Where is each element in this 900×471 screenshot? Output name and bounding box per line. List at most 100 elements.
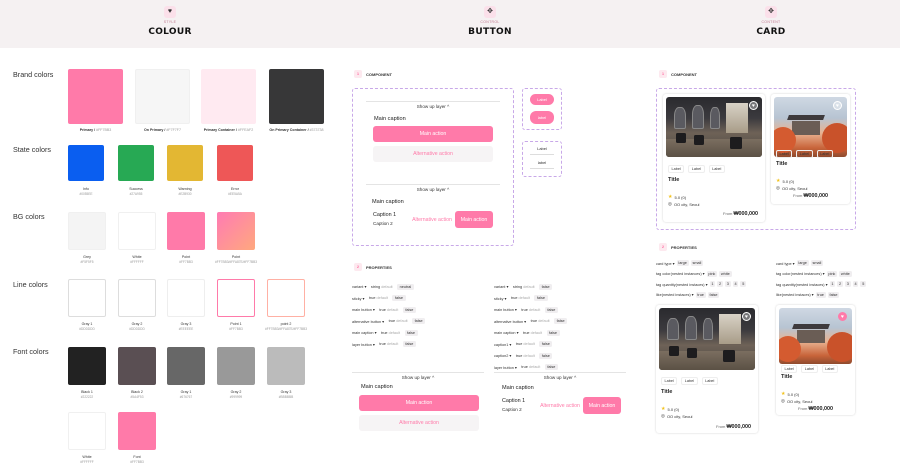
property-value[interactable]: false <box>404 329 418 336</box>
property-name[interactable]: like(nested instaces) ▾ <box>776 292 814 297</box>
property-value[interactable]: pink <box>706 270 718 277</box>
alternative-action-button[interactable]: Alternative action <box>373 146 493 162</box>
property-name[interactable]: layer button ▾ <box>494 365 517 370</box>
property-value[interactable]: pink <box>826 270 838 277</box>
property-value[interactable]: false <box>539 352 553 359</box>
property-value[interactable]: true default <box>366 295 390 301</box>
property-value[interactable]: 1 <box>709 281 716 288</box>
show-up-layer-button[interactable]: Show up layer ^ <box>366 187 500 192</box>
property-value[interactable]: 2 <box>837 281 843 288</box>
property-value[interactable]: true default <box>513 341 537 347</box>
property-name[interactable]: main caption ▾ <box>352 330 377 335</box>
property-value[interactable]: true default <box>528 318 552 324</box>
property-value[interactable]: false <box>544 364 558 371</box>
property-name[interactable]: sticky ▾ <box>352 296 364 301</box>
show-up-layer-button[interactable]: Show up layer ^ <box>366 104 500 109</box>
main-action-button[interactable]: Main action <box>373 126 493 142</box>
property-name[interactable]: sticky ▾ <box>494 296 506 301</box>
property-value[interactable]: false <box>539 283 553 290</box>
property-name[interactable]: alternative button ▾ <box>494 319 526 324</box>
property-value[interactable]: false <box>534 295 548 302</box>
property-name[interactable]: main button ▾ <box>494 307 517 312</box>
like-heart-icon[interactable]: ♥ <box>749 101 758 110</box>
property-name[interactable]: main button ▾ <box>352 307 375 312</box>
property-value[interactable]: 4 <box>732 281 739 288</box>
large-card[interactable]: ♥ Label Label Label Title ★ 5.0 (0) ◎ OO c… <box>663 94 765 222</box>
property-value[interactable]: true default <box>377 307 401 313</box>
property-value[interactable]: 5 <box>860 281 867 288</box>
card-labels: Label Label Label <box>776 150 833 158</box>
property-value[interactable]: 3 <box>844 281 851 288</box>
property-value[interactable]: string default <box>368 284 395 290</box>
property-value[interactable]: false <box>402 341 416 348</box>
property-value[interactable]: small <box>690 260 704 267</box>
property-value[interactable]: true default <box>519 364 543 370</box>
show-up-layer-button[interactable]: Show up layer ^ <box>352 375 484 380</box>
property-value[interactable]: false <box>707 291 720 298</box>
property-value[interactable]: false <box>412 318 426 325</box>
like-heart-icon[interactable]: ♥ <box>833 101 842 110</box>
property-name[interactable]: tag quantity(nested instaces) ▾ <box>656 282 708 287</box>
property-value[interactable]: white <box>839 270 852 277</box>
property-value[interactable]: true default <box>508 295 532 301</box>
property-value[interactable]: true default <box>379 330 403 336</box>
property-value[interactable]: true default <box>513 353 537 359</box>
large-card[interactable]: ♥ Label Label Label Title ★ 5.0 (0) ◎ OO c… <box>656 305 758 433</box>
property-name[interactable]: caption2 ▾ <box>494 353 511 358</box>
pink-label[interactable]: Label <box>530 94 554 105</box>
property-value[interactable]: true default <box>377 341 401 347</box>
color-swatch <box>267 347 305 385</box>
property-value[interactable]: false <box>546 329 560 336</box>
property-value[interactable]: false <box>827 291 840 298</box>
property-value[interactable]: true default <box>519 307 543 313</box>
property-name[interactable]: alternative button ▾ <box>352 319 384 324</box>
property-name[interactable]: main caption ▾ <box>494 330 519 335</box>
outline-label[interactable]: label <box>530 160 554 169</box>
property-value[interactable]: 3 <box>724 281 731 288</box>
alternative-action-button[interactable]: Alternative action <box>537 397 583 414</box>
like-heart-icon[interactable]: ♥ <box>742 312 751 321</box>
property-name[interactable]: variant ▾ <box>352 284 366 289</box>
property-name[interactable]: like(nested instaces) ▾ <box>656 292 694 297</box>
pink-label[interactable]: label <box>530 111 554 124</box>
property-value[interactable]: white <box>719 270 732 277</box>
property-value[interactable]: large <box>676 260 689 267</box>
property-value[interactable]: false <box>539 341 553 348</box>
property-value[interactable]: small <box>810 260 824 267</box>
outline-label[interactable]: Label <box>530 146 554 155</box>
property-value[interactable]: string default <box>510 284 537 290</box>
property-value[interactable]: large <box>796 260 809 267</box>
like-heart-icon[interactable]: ♥ <box>838 312 847 321</box>
property-name[interactable]: layer button ▾ <box>352 342 375 347</box>
small-card[interactable]: ♥ Label Label Label Title ★ 5.0 (0) ◎ OO c… <box>776 305 855 415</box>
show-up-layer-button[interactable]: Show up layer ^ <box>494 375 626 380</box>
property-name[interactable]: tag color(nested instances) ▾ <box>656 271 705 276</box>
property-value[interactable]: true default <box>386 318 410 324</box>
property-value[interactable]: false <box>402 306 416 313</box>
alternative-action-button[interactable]: Alternative action <box>409 211 455 228</box>
small-card[interactable]: ♥ Label Label Label Title ★ 5.0 (0) ◎ OO c… <box>771 94 850 204</box>
price-value: ₩000,000 <box>808 406 834 412</box>
property-value[interactable]: true <box>815 291 826 298</box>
main-action-button[interactable]: Main action <box>359 395 479 411</box>
property-name[interactable]: tag quantity(nested instaces) ▾ <box>776 282 828 287</box>
property-name[interactable]: variant ▾ <box>494 284 508 289</box>
property-value[interactable]: false <box>554 318 568 325</box>
property-value[interactable]: 5 <box>740 281 747 288</box>
property-value[interactable]: true <box>695 291 706 298</box>
property-value[interactable]: 4 <box>852 281 859 288</box>
alternative-action-button[interactable]: Alternative action <box>359 415 479 431</box>
property-name[interactable]: caption1 ▾ <box>494 342 511 347</box>
property-value[interactable]: 2 <box>717 281 723 288</box>
property-name[interactable]: card type ▾ <box>656 261 675 266</box>
property-value[interactable]: false <box>544 306 558 313</box>
property-value[interactable]: 1 <box>829 281 836 288</box>
property-name[interactable]: tag color(nested instances) ▾ <box>776 271 825 276</box>
main-action-button[interactable]: Main action <box>455 211 493 228</box>
property-name[interactable]: card type ▾ <box>776 261 795 266</box>
property-value[interactable]: true default <box>521 330 545 336</box>
property-value[interactable]: false <box>392 295 406 302</box>
property-value[interactable]: neutral <box>397 283 414 290</box>
chevron-up-icon: ^ <box>574 375 577 380</box>
main-action-button[interactable]: Main action <box>583 397 621 414</box>
